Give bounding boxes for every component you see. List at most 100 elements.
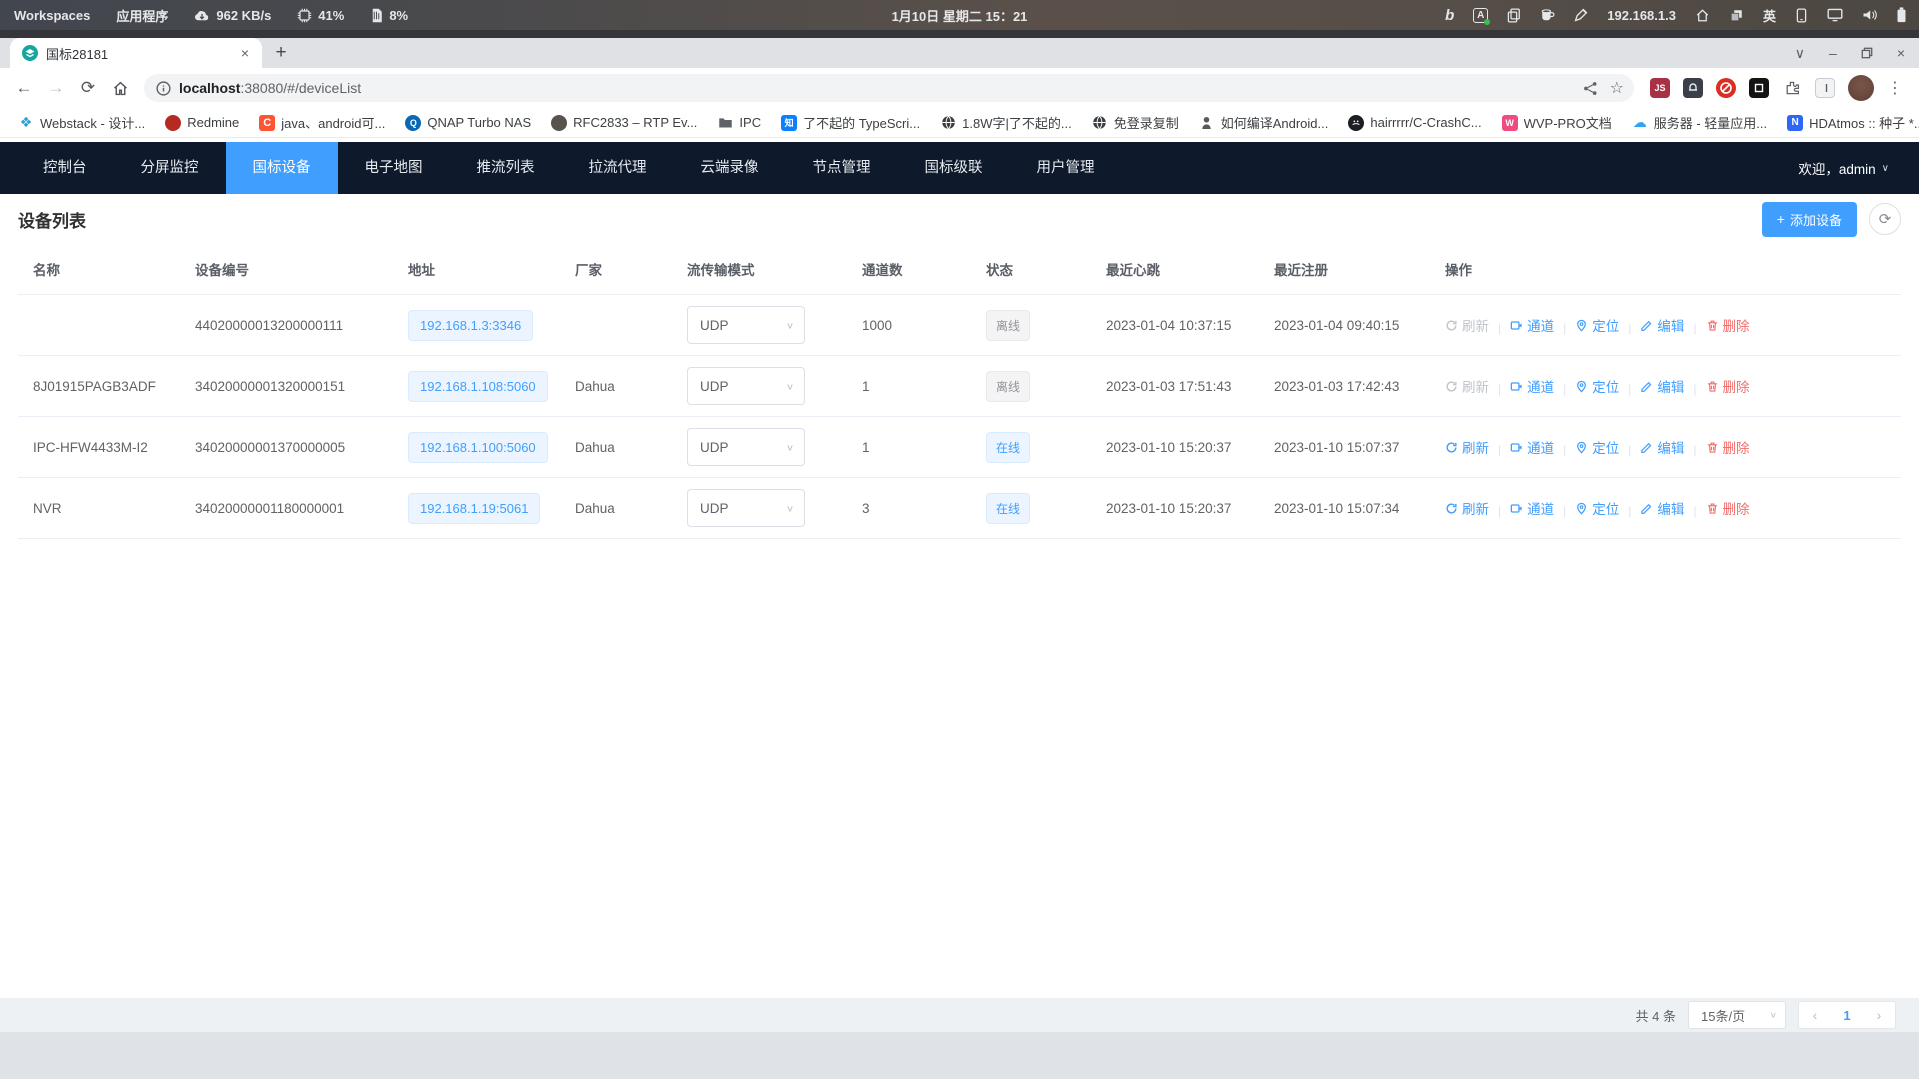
bookmark-folder-ipc[interactable]: IPC (709, 112, 769, 134)
locate-action[interactable]: 定位 (1575, 498, 1619, 518)
browser-tab[interactable]: 国标28181 × (10, 38, 262, 68)
delete-action[interactable]: 删除 (1706, 437, 1750, 457)
nav-item-e-map[interactable]: 电子地图 (338, 142, 450, 194)
home-tray-icon[interactable] (1695, 8, 1710, 23)
network-speed-indicator[interactable]: 962 KB/s (194, 8, 271, 23)
minimize-button[interactable]: – (1829, 45, 1837, 61)
edit-action[interactable]: 编辑 (1640, 315, 1684, 335)
channel-action[interactable]: 通道 (1510, 315, 1554, 335)
clipboard-tray-icon[interactable] (1507, 8, 1521, 23)
extension-js[interactable]: JS (1650, 78, 1670, 98)
bookmark-tencent-cloud[interactable]: ☁服务器 - 轻量应用... (1624, 110, 1775, 135)
delete-action[interactable]: 删除 (1706, 315, 1750, 335)
battery-tray-icon[interactable] (1896, 7, 1907, 23)
caffeine-tray-icon[interactable] (1540, 8, 1555, 22)
bookmark-redmine[interactable]: Redmine (157, 112, 247, 134)
nav-item-push-streams[interactable]: 推流列表 (450, 142, 562, 194)
bookmark-copy-free[interactable]: 免登录复制 (1084, 110, 1187, 135)
channel-action[interactable]: 通道 (1510, 498, 1554, 518)
extensions-puzzle-icon[interactable] (1782, 78, 1802, 98)
share-icon[interactable] (1583, 81, 1598, 96)
nav-item-gb-devices[interactable]: 国标设备 (226, 142, 338, 194)
stream-mode-select[interactable]: UDP∨ (687, 367, 805, 405)
nav-item-node-manage[interactable]: 节点管理 (786, 142, 898, 194)
extension-panel[interactable] (1815, 78, 1835, 98)
bookmark-qnap[interactable]: QQNAP Turbo NAS (397, 112, 539, 134)
bookmark-star-icon[interactable]: ☆ (1610, 78, 1624, 98)
nav-item-user-manage[interactable]: 用户管理 (1010, 142, 1122, 194)
color-picker-tray-icon[interactable] (1574, 8, 1588, 22)
bookmark-label: 了不起的 TypeScri... (803, 113, 920, 132)
memory-usage-indicator[interactable]: 8% (370, 8, 408, 23)
tab-search-button[interactable]: ∨ (1795, 45, 1805, 62)
nav-item-console[interactable]: 控制台 (16, 142, 114, 194)
profile-avatar[interactable] (1848, 75, 1874, 101)
refresh-label: 刷新 (1462, 315, 1489, 335)
bookmark-github[interactable]: hairrrrr/C-CrashC... (1340, 112, 1489, 134)
bookmark-csdn[interactable]: Cjava、android可... (251, 110, 393, 135)
nav-item-split-screen[interactable]: 分屏监控 (114, 142, 226, 194)
new-tab-button[interactable]: + (268, 40, 294, 66)
reload-button[interactable]: ⟳ (74, 74, 102, 102)
bookmark-rfc[interactable]: RFC2833 – RTP Ev... (543, 112, 705, 134)
applications-menu[interactable]: 应用程序 (116, 6, 168, 25)
page-number[interactable]: 1 (1831, 1008, 1863, 1023)
refresh-action[interactable]: 刷新 (1445, 498, 1489, 518)
tab-close-button[interactable]: × (236, 44, 254, 62)
add-device-button[interactable]: +添加设备 (1762, 202, 1857, 237)
edit-action[interactable]: 编辑 (1640, 437, 1684, 457)
nav-item-pull-proxy[interactable]: 拉流代理 (562, 142, 674, 194)
edit-action[interactable]: 编辑 (1640, 498, 1684, 518)
input-method-indicator[interactable]: 英 (1763, 6, 1776, 25)
next-page-button[interactable]: › (1863, 1007, 1895, 1023)
translate-tray-icon[interactable]: A (1473, 8, 1488, 23)
browser-menu-icon[interactable]: ⋮ (1887, 78, 1903, 98)
locate-action[interactable]: 定位 (1575, 315, 1619, 335)
forward-button[interactable]: → (42, 74, 70, 102)
locate-action[interactable]: 定位 (1575, 437, 1619, 457)
ip-address-indicator[interactable]: 192.168.1.3 (1607, 8, 1676, 23)
restore-button[interactable] (1861, 47, 1873, 59)
bookmark-article[interactable]: 1.8W字|了不起的... (932, 110, 1080, 135)
volume-tray-icon[interactable] (1862, 8, 1877, 22)
workspaces-button[interactable]: Workspaces (14, 8, 90, 23)
nav-item-gb-cascade[interactable]: 国标级联 (898, 142, 1010, 194)
refresh-list-button[interactable]: ⟳ (1869, 203, 1901, 235)
stream-mode-select[interactable]: UDP∨ (687, 489, 805, 527)
display-tray-icon[interactable] (1827, 8, 1843, 22)
bookmark-android-build[interactable]: 如何编译Android... (1191, 110, 1337, 135)
bing-tray-icon[interactable]: b (1445, 7, 1454, 24)
close-window-button[interactable]: × (1897, 45, 1905, 61)
bookmark-hdatmos[interactable]: NHDAtmos :: 种子 *... (1779, 110, 1919, 135)
page-size-select[interactable]: 15条/页∨ (1688, 1001, 1786, 1029)
cpu-usage-indicator[interactable]: 41% (297, 8, 344, 23)
windows-tray-icon[interactable] (1729, 8, 1744, 23)
refresh-action[interactable]: 刷新 (1445, 437, 1489, 457)
channel-action[interactable]: 通道 (1510, 376, 1554, 396)
bookmark-webstack[interactable]: ❖Webstack - 设计... (10, 110, 153, 135)
device-row: 44020000013200000111 192.168.1.3:3346 UD… (18, 295, 1901, 356)
stream-mode-select[interactable]: UDP∨ (687, 306, 805, 344)
extension-screenshot[interactable] (1749, 78, 1769, 98)
locate-action[interactable]: 定位 (1575, 376, 1619, 396)
delete-action[interactable]: 删除 (1706, 376, 1750, 396)
prev-page-button[interactable]: ‹ (1799, 1007, 1831, 1023)
extension-blocker[interactable] (1716, 78, 1736, 98)
user-menu[interactable]: 欢迎，admin∨ (1798, 158, 1903, 178)
bookmark-wvp-docs[interactable]: WWVP-PRO文档 (1494, 110, 1620, 135)
site-info-icon[interactable] (156, 81, 171, 96)
action-separator: | (1628, 504, 1631, 518)
extension-dark[interactable] (1683, 78, 1703, 98)
phone-link-tray-icon[interactable] (1795, 8, 1808, 23)
back-button[interactable]: ← (10, 74, 38, 102)
bookmark-zhihu[interactable]: 知了不起的 TypeScri... (773, 110, 928, 135)
stream-mode-select[interactable]: UDP∨ (687, 428, 805, 466)
chevron-down-icon: ∨ (786, 381, 794, 391)
clock[interactable]: 1月10日 星期二 15：21 (892, 6, 1028, 25)
nav-item-cloud-record[interactable]: 云端录像 (674, 142, 786, 194)
address-bar[interactable]: localhost:38080/#/deviceList ☆ (144, 74, 1634, 102)
edit-action[interactable]: 编辑 (1640, 376, 1684, 396)
channel-action[interactable]: 通道 (1510, 437, 1554, 457)
home-button[interactable] (106, 74, 134, 102)
delete-action[interactable]: 删除 (1706, 498, 1750, 518)
